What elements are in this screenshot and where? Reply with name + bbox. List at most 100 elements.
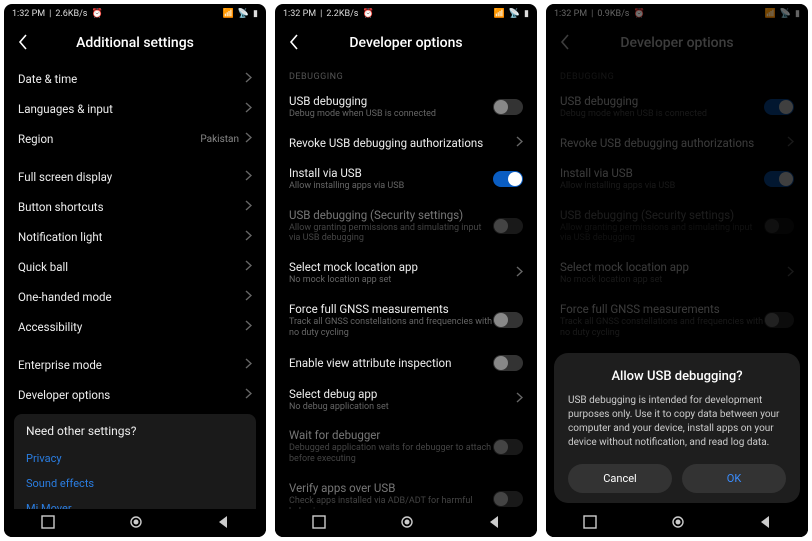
row-wait-for-debugger: Wait for debuggerDebugged application wa… [275,420,537,473]
signal-icon: 📶 [765,9,776,19]
nav-recents-icon[interactable] [41,515,55,532]
row-usb-debugging-security: USB debugging (Security settings)Allow g… [275,200,537,253]
row-usb-debugging-security: USB debugging (Security settings)Allow g… [546,200,808,253]
row-select-mock-location[interactable]: Select mock location appNo mock location… [275,252,537,294]
nav-back-icon[interactable] [488,515,500,532]
row-region[interactable]: RegionPakistan [4,124,266,154]
card-link-mi-mover[interactable]: Mi Mover [26,496,244,509]
toggle-wait-for-debugger [493,439,523,455]
row-button-shortcuts[interactable]: Button shortcuts [4,192,266,222]
card-link-privacy[interactable]: Privacy [26,446,244,471]
card-link-sound-effects[interactable]: Sound effects [26,471,244,496]
row-enterprise-mode[interactable]: Enterprise mode [4,350,266,380]
phone-developer-options: 1:32 PM|2.2KB/s⏰ 📶📡▮ Developer options D… [275,4,537,537]
chevron-right-icon [245,320,252,334]
status-bar: 1:32 PM | 2.6KB/s ⏰ 📶 📡 ▮ [4,4,266,22]
nav-recents-icon[interactable] [312,515,326,532]
chevron-right-icon [516,392,523,406]
wifi-icon: 📡 [780,9,791,19]
region-value: Pakistan [200,134,239,145]
settings-list: Date & time Languages & input RegionPaki… [4,64,266,509]
nav-back-icon[interactable] [217,515,229,532]
row-force-full-gnss[interactable]: Force full GNSS measurementsTrack all GN… [275,294,537,347]
row-select-mock-location: Select mock location appNo mock location… [546,252,808,294]
status-time: 1:32 PM [283,9,316,19]
chevron-right-icon [245,230,252,244]
wifi-icon: 📡 [238,9,249,19]
dialog-title: Allow USB debugging? [568,369,786,384]
chevron-right-icon [245,290,252,304]
nav-bar [4,509,266,537]
toggle-verify-apps-over-usb [493,491,523,507]
page-title: Additional settings [18,35,252,51]
chevron-right-icon [787,136,794,150]
row-full-screen-display[interactable]: Full screen display [4,162,266,192]
row-install-via-usb[interactable]: Install via USBAllow installing apps via… [275,158,537,200]
row-languages-input[interactable]: Languages & input [4,94,266,124]
row-accessibility[interactable]: Accessibility [4,312,266,342]
status-time: 1:32 PM [12,9,45,19]
toggle-usb-debugging-security [764,218,794,234]
row-force-full-gnss: Force full GNSS measurementsTrack all GN… [546,294,808,347]
toggle-install-via-usb[interactable] [493,171,523,187]
page-title: Developer options [289,35,523,51]
nav-home-icon[interactable] [671,515,685,532]
status-speed: 2.6KB/s [55,9,87,19]
chevron-right-icon [245,170,252,184]
row-notification-light[interactable]: Notification light [4,222,266,252]
header: Additional settings [4,22,266,64]
header: Developer options [546,22,808,64]
nav-home-icon[interactable] [400,515,414,532]
chevron-right-icon [787,266,794,280]
dialog-ok-button[interactable]: OK [682,464,786,493]
section-debugging: DEBUGGING [275,64,537,86]
chevron-right-icon [516,136,523,150]
row-revoke-usb-auth[interactable]: Revoke USB debugging authorizations [275,128,537,158]
chevron-right-icon [245,260,252,274]
nav-bar [275,509,537,537]
alarm-icon: ⏰ [91,9,102,19]
toggle-enable-view-attr[interactable] [493,355,523,371]
chevron-right-icon [245,388,252,402]
toggle-usb-debugging[interactable] [493,99,523,115]
usb-debugging-dialog: Allow USB debugging? USB debugging is in… [554,353,800,503]
status-bar: 1:32 PM|2.2KB/s⏰ 📶📡▮ [275,4,537,22]
need-other-settings-card: Need other settings? Privacy Sound effec… [14,414,256,509]
dialog-body: USB debugging is intended for developmen… [568,394,786,450]
row-usb-debugging: USB debuggingDebug mode when USB is conn… [546,86,808,128]
battery-icon: ▮ [795,9,800,19]
settings-list: DEBUGGING USB debuggingDebug mode when U… [275,64,537,509]
wifi-icon: 📡 [509,9,520,19]
toggle-force-full-gnss [764,312,794,328]
dialog-cancel-button[interactable]: Cancel [568,464,672,493]
row-one-handed-mode[interactable]: One-handed mode [4,282,266,312]
nav-back-icon[interactable] [759,515,771,532]
chevron-right-icon [245,72,252,86]
status-time: 1:32 PM [554,9,587,19]
row-date-time[interactable]: Date & time [4,64,266,94]
row-developer-options[interactable]: Developer options [4,380,266,410]
status-speed: 2.2KB/s [326,9,358,19]
chevron-right-icon [245,132,252,146]
alarm-icon: ⏰ [633,9,644,19]
row-quick-ball[interactable]: Quick ball [4,252,266,282]
signal-icon: 📶 [494,9,505,19]
card-title: Need other settings? [26,424,244,438]
nav-recents-icon[interactable] [583,515,597,532]
toggle-usb-debugging [764,99,794,115]
chevron-right-icon [245,358,252,372]
battery-icon: ▮ [253,9,258,19]
row-revoke-usb-auth: Revoke USB debugging authorizations [546,128,808,158]
chevron-right-icon [516,266,523,280]
toggle-force-full-gnss[interactable] [493,312,523,328]
row-install-via-usb: Install via USBAllow installing apps via… [546,158,808,200]
row-usb-debugging[interactable]: USB debuggingDebug mode when USB is conn… [275,86,537,128]
chevron-right-icon [245,200,252,214]
signal-icon: 📶 [223,9,234,19]
header: Developer options [275,22,537,64]
phone-developer-options-dialog: 1:32 PM|0.9KB/s⏰ 📶📡▮ Developer options D… [546,4,808,537]
phone-additional-settings: 1:32 PM | 2.6KB/s ⏰ 📶 📡 ▮ Additional set… [4,4,266,537]
nav-home-icon[interactable] [129,515,143,532]
row-enable-view-attr[interactable]: Enable view attribute inspection [275,347,537,379]
row-select-debug-app[interactable]: Select debug appNo debug application set [275,379,537,421]
